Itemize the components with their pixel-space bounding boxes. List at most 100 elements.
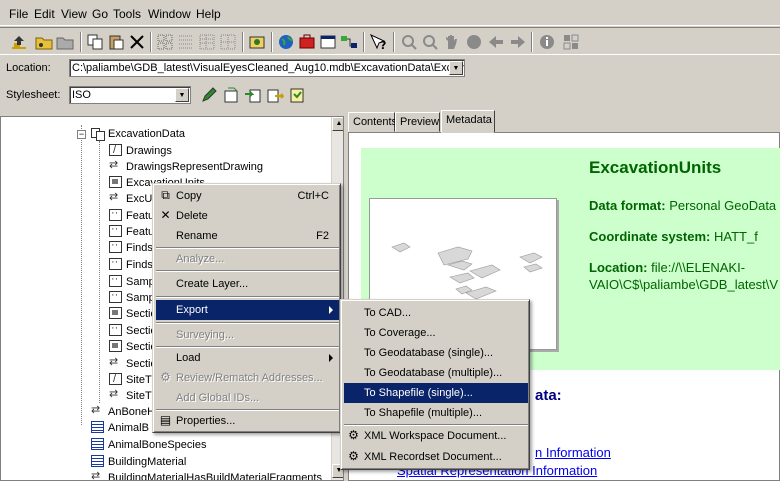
command-line-icon[interactable]	[319, 33, 337, 51]
menu-go[interactable]: Go	[92, 7, 108, 21]
large-icons-icon[interactable]	[156, 33, 174, 51]
copy-icon: ⧉	[161, 188, 170, 202]
menu-help[interactable]: Help	[196, 7, 221, 21]
tree-item[interactable]: Sectio	[109, 339, 157, 355]
thumbnails-icon[interactable]	[219, 33, 237, 51]
whats-this-help-icon[interactable]: ?	[369, 33, 387, 51]
menu-edit[interactable]: Edit	[34, 7, 55, 21]
collapse-expander-icon[interactable]: −	[77, 130, 86, 139]
tree-item[interactable]: BuildingMaterial	[91, 454, 186, 470]
stylesheet-value[interactable]: ISO	[72, 89, 91, 101]
location-dropdown-chevron-down-icon[interactable]: ▼	[449, 61, 463, 75]
tree-item[interactable]: AnBoneH	[91, 402, 155, 420]
tree-item[interactable]: Samp	[109, 287, 155, 306]
section-heading: ata:	[535, 387, 562, 404]
menu-view[interactable]: View	[61, 7, 87, 21]
menu-to-geodatabase-multiple[interactable]: To Geodatabase (multiple)...	[344, 363, 528, 383]
menu-to-cad[interactable]: To CAD...	[344, 303, 528, 323]
menu-export[interactable]: Export	[156, 300, 339, 320]
import-metadata-icon[interactable]	[244, 86, 262, 104]
tree-guide-line	[81, 125, 82, 425]
delete-icon[interactable]	[128, 33, 146, 51]
menu-properties[interactable]: ▤ Properties...	[156, 411, 339, 431]
menu-xml-workspace[interactable]: ⚙ XML Workspace Document...	[344, 426, 528, 446]
globe-icon[interactable]	[277, 33, 295, 51]
copy-icon[interactable]	[86, 33, 104, 51]
menu-to-coverage[interactable]: To Coverage...	[344, 323, 528, 343]
menu-load[interactable]: Load	[156, 348, 339, 368]
tab-contents[interactable]: Contents	[348, 112, 397, 132]
menu-rename[interactable]: Rename F2	[156, 226, 339, 246]
location-meta-value-2: VAIO\C$\paliambe\GDB_latest\V	[589, 277, 779, 292]
menu-surveying[interactable]: Surveying...	[156, 325, 339, 345]
model-builder-icon[interactable]	[340, 33, 358, 51]
arctoolbox-icon[interactable]	[298, 33, 316, 51]
menu-delete[interactable]: ✕ Delete	[156, 206, 339, 226]
tree-item[interactable]: SiteT	[109, 386, 152, 404]
menu-add-global-ids[interactable]: Add Global IDs...	[156, 388, 339, 408]
tree-item[interactable]: Sectio	[109, 354, 157, 372]
menu-to-geodatabase-single[interactable]: To Geodatabase (single)...	[344, 343, 528, 363]
details-view-icon[interactable]	[198, 33, 216, 51]
paste-icon[interactable]	[107, 33, 125, 51]
stylesheet-combo[interactable]: ISO ▼	[69, 86, 191, 104]
menu-tools[interactable]: Tools	[113, 7, 141, 21]
menu-xml-recordset[interactable]: ⚙ XML Recordset Document...	[344, 447, 528, 467]
feature-dataset-icon	[91, 127, 105, 141]
tree-item[interactable]: BuildingMaterialHasBuildMaterialFragment…	[91, 468, 322, 480]
zoom-out-icon[interactable]	[421, 33, 439, 51]
metadata-properties-icon[interactable]	[222, 86, 240, 104]
menu-analyze[interactable]: Analyze...	[156, 249, 339, 269]
tree-item[interactable]: Sectio	[109, 320, 157, 339]
location-meta-value-1: file://\\ELENAKI-	[651, 260, 746, 275]
edit-metadata-icon[interactable]	[200, 86, 218, 104]
relationship-class-icon	[109, 354, 122, 370]
tree-item[interactable]: AnimalB	[91, 420, 149, 436]
menu-to-shapefile-single[interactable]: To Shapefile (single)...	[344, 383, 528, 403]
identify-icon[interactable]	[538, 33, 556, 51]
location-value[interactable]: C:\paliambe\GDB_latest\VisualEyesCleaned…	[72, 62, 464, 74]
menu-copy[interactable]: ⧉ Copy Ctrl+C	[156, 186, 339, 206]
relationship-class-icon	[91, 468, 104, 480]
data-format-label: Data format:	[589, 198, 666, 213]
launch-arcmap-icon[interactable]	[248, 33, 266, 51]
relationship-class-icon	[109, 157, 122, 173]
menu-create-layer[interactable]: Create Layer...	[156, 274, 339, 294]
tree-item[interactable]: Drawings	[109, 142, 172, 159]
disconnect-folder-icon[interactable]	[56, 33, 74, 51]
stylesheet-dropdown-chevron-down-icon[interactable]: ▼	[175, 88, 189, 102]
menu-to-shapefile-multiple[interactable]: To Shapefile (multiple)...	[344, 403, 528, 423]
forward-icon[interactable]	[509, 33, 527, 51]
xml-recordset-icon: ⚙	[348, 449, 359, 463]
location-combo[interactable]: C:\paliambe\GDB_latest\VisualEyesCleaned…	[69, 59, 465, 77]
identification-info-link[interactable]: n Information	[535, 445, 611, 460]
tree-item-excavationdata[interactable]: ExcavationData	[91, 126, 185, 142]
connect-folder-icon[interactable]	[35, 33, 53, 51]
tree-item[interactable]: AnimalBoneSpecies	[91, 437, 206, 453]
pan-icon[interactable]	[443, 33, 461, 51]
tab-preview[interactable]: Preview	[395, 112, 440, 132]
polygon-feature-class-icon	[109, 340, 122, 352]
toolbar-separator	[242, 32, 244, 52]
back-icon[interactable]	[487, 33, 505, 51]
tab-metadata[interactable]: Metadata	[441, 110, 495, 133]
scroll-up-icon[interactable]: ▲	[332, 117, 343, 131]
tree-item[interactable]: DrawingsRepresentDrawing	[109, 157, 263, 175]
polygon-feature-class-icon	[109, 176, 122, 188]
menu-window[interactable]: Window	[148, 7, 191, 21]
up-one-level-icon[interactable]	[10, 33, 28, 51]
toolbar-separator	[531, 32, 533, 52]
menu-separator	[156, 270, 339, 272]
update-metadata-icon[interactable]	[288, 86, 306, 104]
menu-separator	[156, 322, 339, 324]
generate-thumbnail-icon[interactable]	[562, 33, 580, 51]
zoom-in-icon[interactable]	[400, 33, 418, 51]
toolbar-separator	[271, 32, 273, 52]
export-metadata-icon[interactable]	[266, 86, 284, 104]
full-extent-icon[interactable]	[465, 33, 483, 51]
menu-file[interactable]: File	[9, 7, 28, 21]
list-view-icon[interactable]	[177, 33, 195, 51]
menu-review-rematch[interactable]: ⚙ Review/Rematch Addresses...	[156, 368, 339, 388]
main-toolbar: ?	[0, 27, 780, 55]
table-icon	[91, 421, 104, 433]
